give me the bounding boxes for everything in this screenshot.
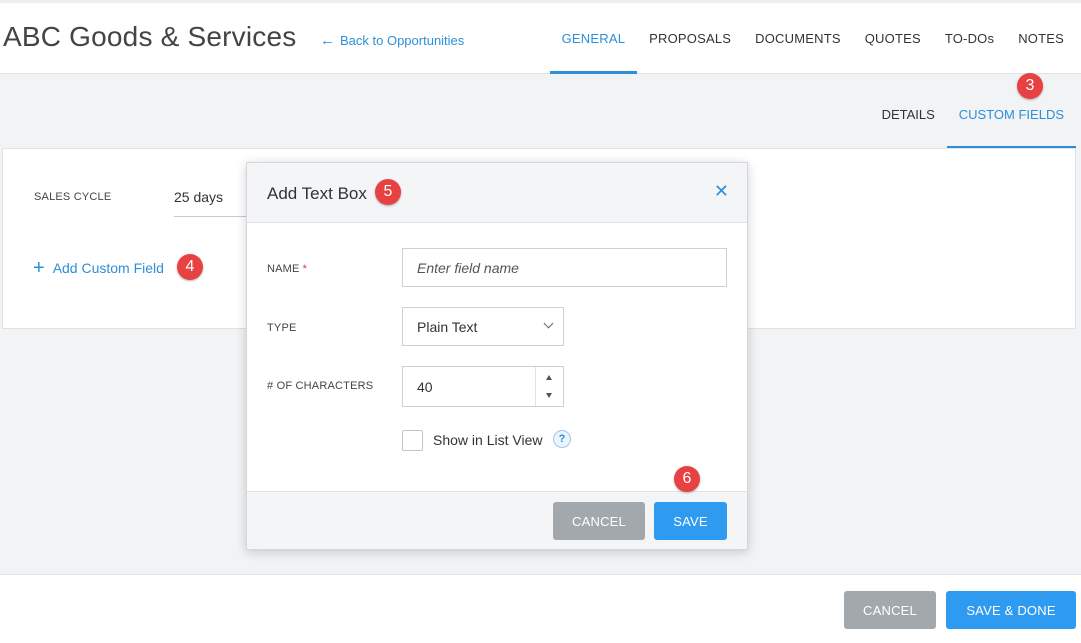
sales-cycle-label: SALES CYCLE xyxy=(34,191,112,203)
decrement-arrow-icon[interactable] xyxy=(546,393,552,398)
characters-value: 40 xyxy=(417,378,433,395)
step-badge-5: 5 xyxy=(375,179,401,205)
dialog-header: Add Text Box ✕ xyxy=(247,163,747,223)
tab-todos[interactable]: TO-DOs xyxy=(933,3,1006,74)
page-title: ABC Goods & Services xyxy=(3,21,297,52)
type-select-value: Plain Text xyxy=(417,318,478,335)
back-to-opportunities-link[interactable]: ← Back to Opportunities xyxy=(320,33,464,48)
tab-documents[interactable]: DOCUMENTS xyxy=(743,3,853,74)
main-tabs: GENERAL PROPOSALS DOCUMENTS QUOTES TO-DO… xyxy=(549,3,1076,74)
dialog-title: Add Text Box xyxy=(267,184,367,203)
step-badge-4: 4 xyxy=(177,254,203,280)
dialog-save-button[interactable]: SAVE xyxy=(654,502,727,540)
dialog-cancel-button[interactable]: CANCEL xyxy=(553,502,645,540)
show-in-list-view-checkbox[interactable] xyxy=(402,430,423,451)
close-icon[interactable]: ✕ xyxy=(714,182,729,200)
field-name-input[interactable]: Enter field name xyxy=(402,248,727,287)
step-badge-3: 3 xyxy=(1017,73,1043,99)
bottom-action-bar: CANCEL SAVE & DONE xyxy=(0,574,1081,643)
tab-notes[interactable]: NOTES xyxy=(1006,3,1076,74)
tab-general[interactable]: GENERAL xyxy=(549,3,638,74)
increment-arrow-icon[interactable] xyxy=(546,375,552,380)
type-select[interactable]: Plain Text xyxy=(402,307,564,346)
step-badge-6: 6 xyxy=(674,466,700,492)
required-asterisk: * xyxy=(302,263,308,275)
add-custom-field-button[interactable]: + Add Custom Field xyxy=(33,258,164,278)
subtab-details[interactable]: DETAILS xyxy=(870,74,947,149)
tab-quotes[interactable]: QUOTES xyxy=(853,3,933,74)
sub-tabs: DETAILS CUSTOM FIELDS xyxy=(870,74,1077,149)
characters-stepper[interactable]: 40 xyxy=(402,366,564,407)
top-bar: ABC Goods & Services ← Back to Opportuni… xyxy=(0,0,1081,74)
chevron-down-icon xyxy=(543,318,554,329)
plus-icon: + xyxy=(33,257,45,279)
stepper-controls xyxy=(535,367,563,406)
add-custom-field-label: Add Custom Field xyxy=(52,260,164,276)
cancel-button[interactable]: CANCEL xyxy=(844,591,936,629)
sales-cycle-value[interactable]: 25 days xyxy=(174,189,254,217)
tab-proposals[interactable]: PROPOSALS xyxy=(637,3,743,74)
characters-label: # OF CHARACTERS xyxy=(267,380,374,392)
subtab-custom-fields[interactable]: CUSTOM FIELDS xyxy=(946,74,1077,149)
dialog-footer: CANCEL SAVE xyxy=(247,491,747,549)
arrow-left-icon: ← xyxy=(320,32,335,49)
help-icon[interactable]: ? xyxy=(553,430,571,448)
name-label-text: NAME xyxy=(267,263,300,275)
type-label: TYPE xyxy=(267,322,297,334)
save-and-done-button[interactable]: SAVE & DONE xyxy=(946,591,1076,629)
name-label: NAME * xyxy=(267,263,307,275)
back-link-label: Back to Opportunities xyxy=(340,33,465,48)
show-in-list-view-label: Show in List View xyxy=(433,432,543,448)
add-text-box-dialog: Add Text Box ✕ NAME * Enter field name TY… xyxy=(246,162,748,550)
